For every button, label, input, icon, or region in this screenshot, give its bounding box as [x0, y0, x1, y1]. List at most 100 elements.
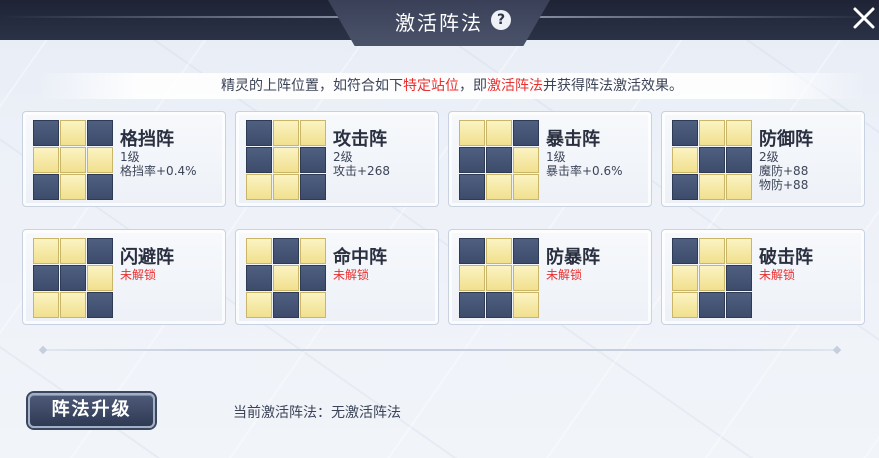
page-title: 激活阵法 — [395, 11, 483, 35]
grid-cell-active — [672, 292, 698, 318]
grid-cell-empty — [246, 120, 272, 146]
grid-cell-empty — [672, 174, 698, 200]
grid-cell-empty — [300, 174, 326, 200]
formation-card-block[interactable]: 格挡阵 1级 格挡率+0.4% — [22, 111, 226, 207]
grid-cell-active — [33, 292, 59, 318]
grid-cell-active — [87, 147, 113, 173]
grid-cell-active — [726, 238, 752, 264]
formation-grid — [246, 120, 326, 200]
formation-grid — [33, 238, 113, 318]
formation-grid — [672, 120, 752, 200]
grid-cell-active — [273, 147, 299, 173]
current-formation-label: 当前激活阵法： — [233, 405, 331, 421]
grid-cell-empty — [33, 174, 59, 200]
grid-cell-empty — [726, 292, 752, 318]
grid-cell-active — [726, 174, 752, 200]
grid-cell-empty — [699, 147, 725, 173]
formation-effect: 攻击+268 — [333, 164, 390, 178]
formation-effect: 暴击率+0.6% — [546, 164, 623, 178]
formation-grid — [459, 238, 539, 318]
grid-cell-active — [273, 120, 299, 146]
grid-cell-active — [246, 292, 272, 318]
help-icon[interactable]: ? — [491, 10, 511, 30]
formation-grid — [459, 120, 539, 200]
grid-cell-active — [699, 174, 725, 200]
grid-cell-active — [33, 238, 59, 264]
grid-cell-active — [513, 265, 539, 291]
grid-cell-active — [60, 292, 86, 318]
grid-cell-active — [672, 147, 698, 173]
formation-card-dodge[interactable]: 闪避阵 未解锁 — [22, 229, 226, 325]
grid-cell-empty — [246, 147, 272, 173]
grid-cell-empty — [486, 292, 512, 318]
grid-cell-active — [513, 292, 539, 318]
formation-card-hit[interactable]: 命中阵 未解锁 — [235, 229, 439, 325]
grid-cell-active — [60, 174, 86, 200]
formation-grid — [672, 238, 752, 318]
grid-cell-active — [726, 120, 752, 146]
grid-cell-active — [33, 147, 59, 173]
formation-effect-2: 物防+88 — [759, 178, 809, 192]
grid-cell-empty — [273, 238, 299, 264]
formation-card-break[interactable]: 破击阵 未解锁 — [661, 229, 865, 325]
divider-line — [46, 349, 834, 351]
grid-cell-empty — [87, 292, 113, 318]
formation-grid — [33, 120, 113, 200]
grid-cell-empty — [459, 238, 485, 264]
grid-cell-empty — [672, 238, 698, 264]
formation-card-attack[interactable]: 攻击阵 2级 攻击+268 — [235, 111, 439, 207]
grid-cell-active — [246, 238, 272, 264]
grid-cell-active — [699, 238, 725, 264]
grid-cell-empty — [672, 120, 698, 146]
current-formation-value: 无激活阵法 — [331, 405, 401, 421]
formation-locked-status: 未解锁 — [333, 268, 370, 282]
upgrade-formation-button[interactable]: 阵法升级 — [28, 393, 155, 428]
formation-locked-status: 未解锁 — [120, 268, 157, 282]
grid-cell-active — [60, 147, 86, 173]
grid-cell-empty — [726, 147, 752, 173]
grid-cell-empty — [87, 120, 113, 146]
grid-cell-active — [486, 120, 512, 146]
grid-cell-empty — [87, 174, 113, 200]
info-highlight-1: 特定站位 — [403, 78, 459, 94]
grid-cell-active — [300, 120, 326, 146]
grid-cell-empty — [246, 265, 272, 291]
grid-cell-active — [486, 238, 512, 264]
grid-cell-active — [300, 292, 326, 318]
grid-cell-active — [273, 265, 299, 291]
info-text-3: 并获得阵法激活效果。 — [543, 78, 683, 94]
grid-cell-empty — [60, 265, 86, 291]
close-icon[interactable] — [850, 4, 878, 32]
grid-cell-active — [699, 265, 725, 291]
formation-card-critical[interactable]: 暴击阵 1级 暴击率+0.6% — [448, 111, 652, 207]
grid-cell-active — [459, 265, 485, 291]
header-ornament-left — [0, 16, 360, 18]
formation-panel: 激活阵法 ? 精灵的上阵位置，如符合如下特定站位，即激活阵法并获得阵法激活效果。… — [0, 0, 879, 458]
grid-cell-active — [513, 147, 539, 173]
info-banner: 精灵的上阵位置，如符合如下特定站位，即激活阵法并获得阵法激活效果。 — [38, 73, 866, 99]
grid-cell-empty — [726, 265, 752, 291]
grid-cell-empty — [459, 147, 485, 173]
current-formation-status: 当前激活阵法：无激活阵法 — [233, 402, 401, 422]
grid-cell-active — [486, 174, 512, 200]
formation-card-anti-crit[interactable]: 防暴阵 未解锁 — [448, 229, 652, 325]
grid-cell-empty — [513, 120, 539, 146]
grid-cell-empty — [300, 147, 326, 173]
grid-cell-active — [273, 174, 299, 200]
info-text-1: 精灵的上阵位置，如符合如下 — [221, 78, 403, 94]
formation-card-defense[interactable]: 防御阵 2级 魔防+88 物防+88 — [661, 111, 865, 207]
grid-cell-active — [699, 120, 725, 146]
grid-cell-active — [513, 174, 539, 200]
grid-cell-empty — [87, 238, 113, 264]
formation-locked-status: 未解锁 — [759, 268, 796, 282]
title-plate: 激活阵法 — [328, 0, 550, 46]
grid-cell-empty — [459, 174, 485, 200]
grid-cell-active — [672, 265, 698, 291]
grid-cell-empty — [33, 265, 59, 291]
header-bar: 激活阵法 ? — [0, 0, 879, 46]
grid-cell-empty — [300, 265, 326, 291]
grid-cell-empty — [459, 292, 485, 318]
grid-cell-active — [300, 238, 326, 264]
info-highlight-2: 激活阵法 — [487, 78, 543, 94]
grid-cell-active — [486, 265, 512, 291]
